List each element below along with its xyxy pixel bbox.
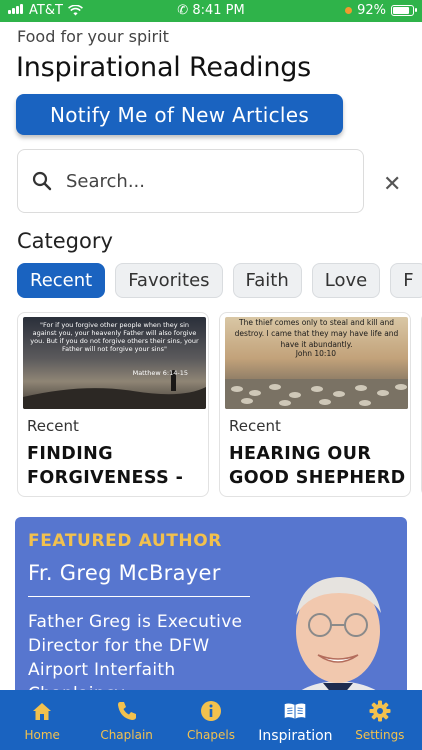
search-input[interactable] (66, 170, 326, 192)
page-subtitle: Food for your spirit (17, 27, 169, 46)
article-card[interactable]: "For if you forgive other people when th… (17, 312, 209, 497)
thumbnail-quote: "For if you forgive other people when th… (30, 321, 199, 353)
tab-label: Chaplain (100, 728, 153, 742)
article-category: Recent (229, 417, 281, 435)
article-thumbnail: The thief comes only to steal and kill a… (225, 317, 408, 409)
tab-label: Chapels (187, 728, 235, 742)
chip-favorites[interactable]: Favorites (115, 263, 223, 298)
battery-percent: 92% (357, 3, 386, 18)
author-photo (285, 577, 395, 707)
tab-home[interactable]: Home (0, 690, 84, 750)
info-icon (199, 699, 223, 723)
tab-chaplain[interactable]: Chaplain (84, 690, 168, 750)
phone-icon (115, 699, 139, 723)
battery-icon (391, 5, 417, 16)
article-category: Recent (27, 417, 79, 435)
chip-love[interactable]: Love (311, 263, 381, 298)
divider (28, 596, 250, 597)
bottom-tab-bar: Home Chaplain Chapels Inspiration Settin… (0, 690, 422, 750)
close-icon[interactable]: ✕ (383, 174, 401, 196)
article-thumbnail: "For if you forgive other people when th… (23, 317, 206, 409)
tab-inspiration[interactable]: Inspiration (253, 690, 337, 750)
article-title: HEARING OUR GOOD SHEPHERD (229, 444, 406, 488)
status-bar: AT&T ✆ 8:41 PM 92% (0, 0, 422, 22)
chip-partial[interactable]: F (390, 263, 422, 298)
category-heading: Category (17, 229, 113, 253)
clock-label: 8:41 PM (192, 3, 245, 18)
search-box[interactable] (17, 149, 364, 213)
gear-icon (368, 699, 392, 723)
featured-label: FEATURED AUTHOR (28, 531, 222, 551)
book-icon (283, 699, 307, 723)
tab-label: Inspiration (258, 728, 333, 744)
chip-faith[interactable]: Faith (232, 263, 302, 298)
article-carousel: "For if you forgive other people when th… (17, 312, 422, 497)
privacy-dot-icon (345, 7, 353, 14)
tab-settings[interactable]: Settings (338, 690, 422, 750)
page-title: Inspirational Readings (16, 52, 312, 83)
thumbnail-reference: John 10:10 (295, 349, 336, 358)
author-name: Fr. Greg McBrayer (28, 561, 221, 585)
tab-chapels[interactable]: Chapels (169, 690, 253, 750)
category-chips: Recent Favorites Faith Love F (17, 263, 422, 298)
thumbnail-reference: Matthew 6:14-15 (132, 369, 188, 377)
notify-button[interactable]: Notify Me of New Articles (16, 94, 343, 135)
call-icon: ✆ (177, 3, 189, 18)
article-card[interactable]: The thief comes only to steal and kill a… (219, 312, 411, 497)
tab-label: Settings (355, 728, 405, 742)
article-title: FINDING FORGIVENESS - (27, 444, 184, 488)
chip-recent[interactable]: Recent (17, 263, 106, 298)
tab-label: Home (24, 728, 60, 742)
thumbnail-quote: The thief comes only to steal and kill a… (234, 318, 399, 349)
home-icon (30, 699, 54, 723)
featured-author-card[interactable]: FEATURED AUTHOR Fr. Greg McBrayer Father… (15, 517, 407, 707)
search-icon (32, 171, 52, 191)
